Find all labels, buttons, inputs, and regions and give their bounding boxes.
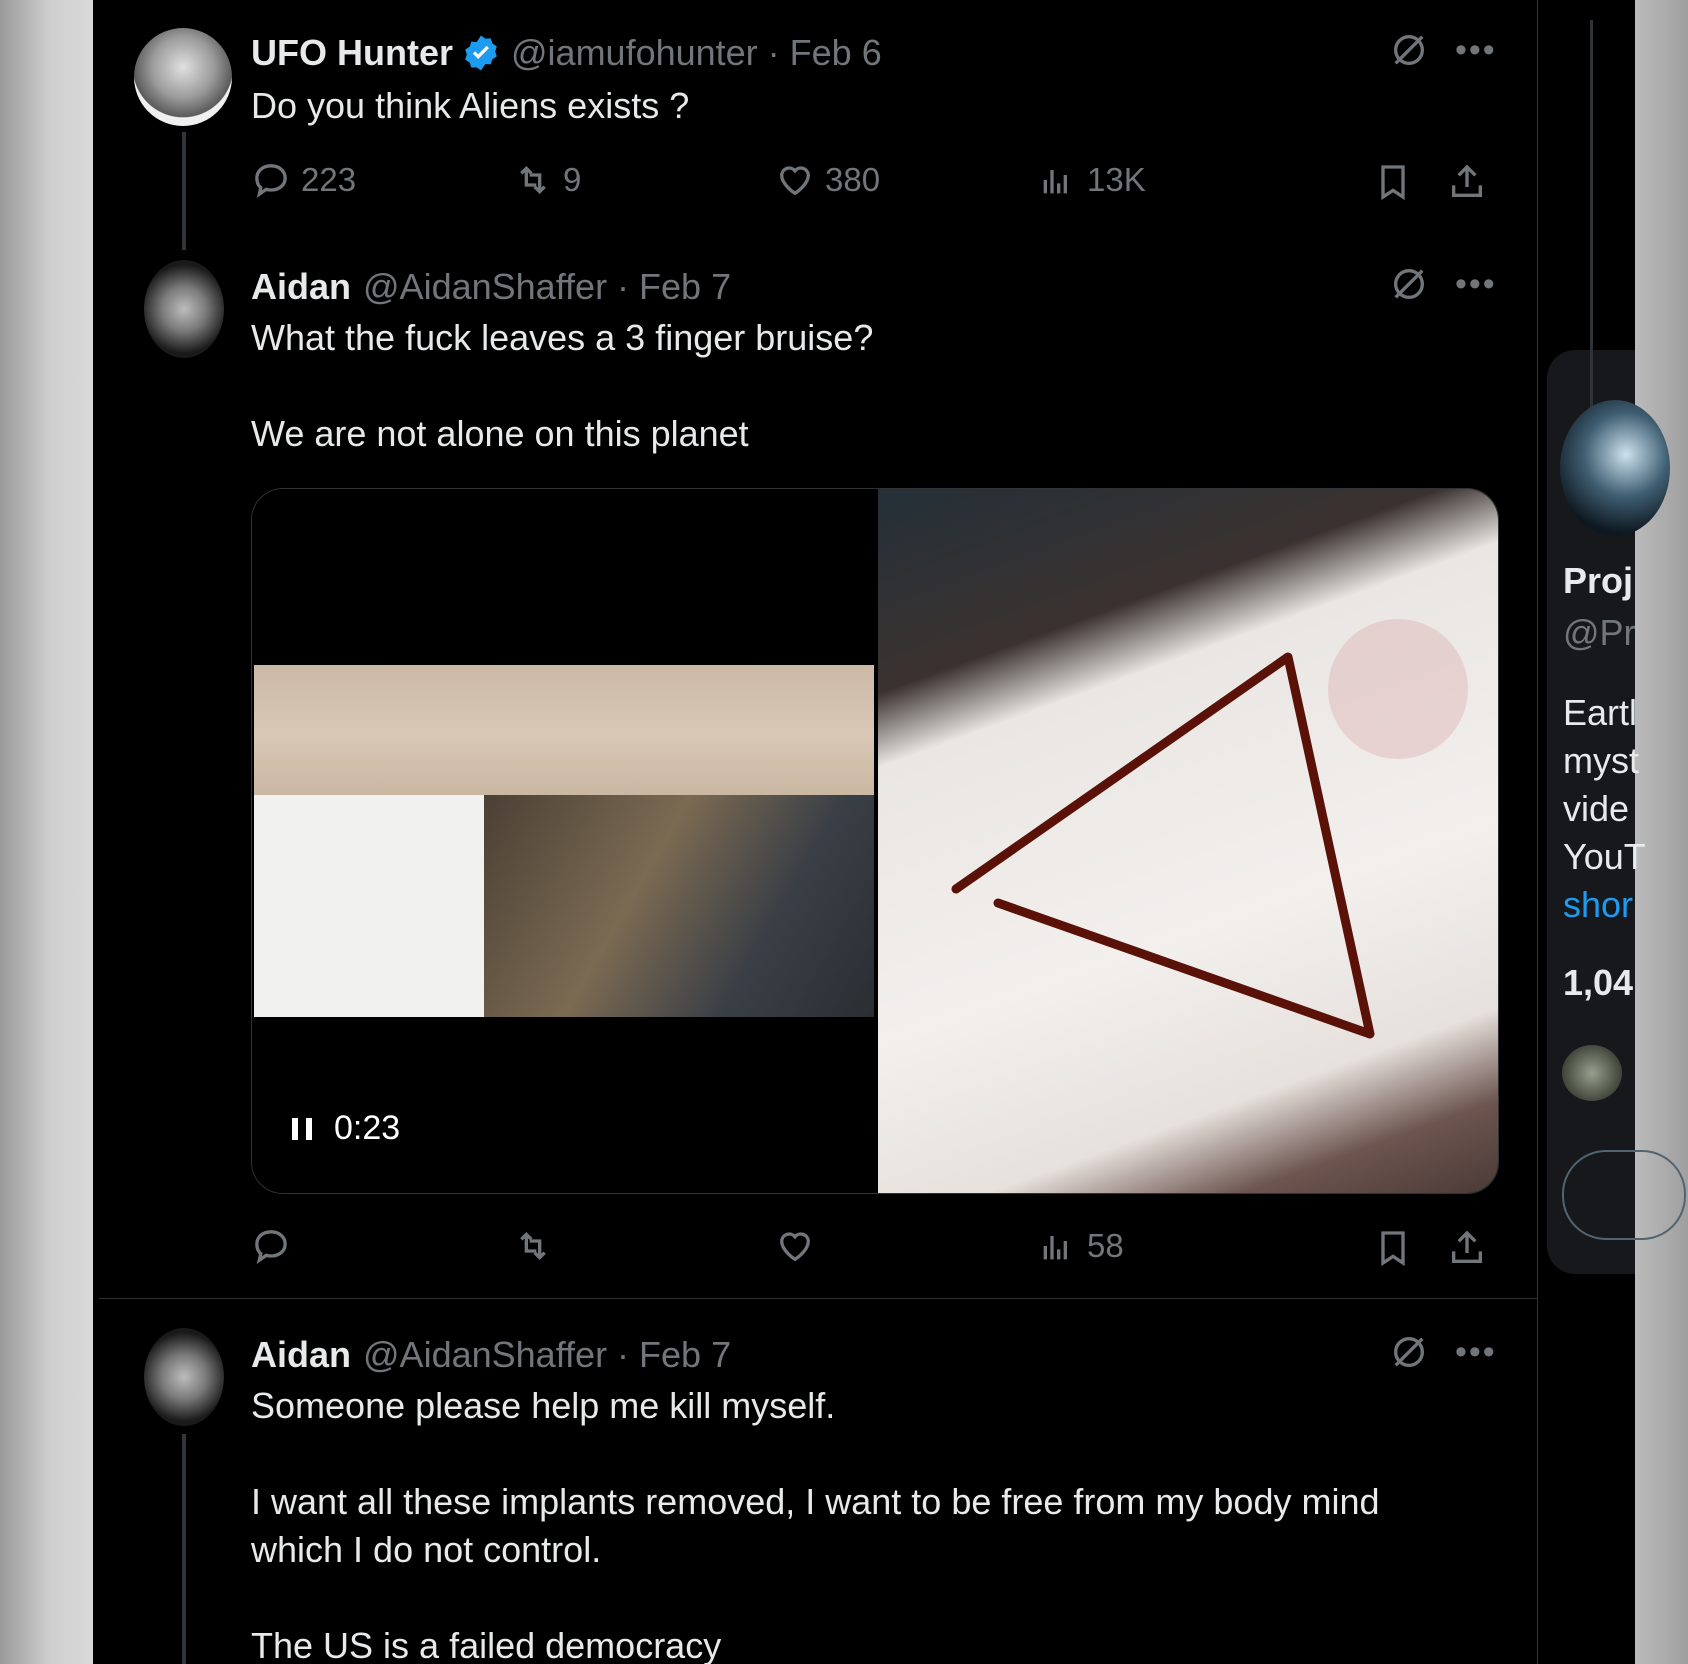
grok-icon[interactable] bbox=[1389, 264, 1429, 304]
reply-icon bbox=[255, 164, 287, 199]
share-icon[interactable] bbox=[1447, 1226, 1487, 1270]
tweet-text: What the fuck leaves a 3 finger bruise? … bbox=[251, 317, 874, 454]
like-button[interactable]: 380 bbox=[775, 160, 880, 200]
avatar[interactable] bbox=[144, 1328, 224, 1426]
action-bar: 223 9 380 13K bbox=[251, 160, 1601, 210]
more-options-icon[interactable]: ••• bbox=[1455, 267, 1497, 301]
share-icon[interactable] bbox=[1447, 160, 1487, 204]
author-name[interactable]: Aidan bbox=[251, 266, 351, 308]
thread-line bbox=[182, 1434, 186, 1664]
views-button[interactable]: 58 bbox=[1037, 1226, 1124, 1266]
right-sidebar bbox=[1539, 0, 1635, 1664]
views-icon bbox=[1043, 170, 1067, 194]
tweet-menu: ••• bbox=[1389, 264, 1497, 304]
author-handle-date[interactable]: @AidanShaffer · Feb 7 bbox=[363, 1334, 731, 1376]
views-icon bbox=[1043, 1236, 1067, 1260]
sidebar-handle[interactable]: @Pr bbox=[1563, 612, 1636, 654]
tweet-ufo-hunter[interactable]: UFO Hunter @iamufohunter · Feb 6 Do you … bbox=[99, 0, 1537, 252]
tweet-text: Do you think Aliens exists ? bbox=[251, 85, 690, 126]
bookmark-icon[interactable] bbox=[1373, 160, 1413, 204]
author-name[interactable]: Aidan bbox=[251, 1334, 351, 1376]
reply-button[interactable] bbox=[251, 1226, 301, 1266]
bookmark-icon[interactable] bbox=[1373, 1226, 1413, 1270]
more-options-icon[interactable]: ••• bbox=[1455, 33, 1497, 67]
sidebar-line-3: vide bbox=[1563, 788, 1630, 829]
more-options-icon[interactable]: ••• bbox=[1455, 1335, 1497, 1369]
tweet-menu: ••• bbox=[1389, 30, 1497, 70]
media-grid: 0:23 bbox=[251, 488, 1499, 1194]
like-button[interactable] bbox=[775, 1226, 825, 1266]
tweet-text: Someone please help me kill myself. I wa… bbox=[251, 1385, 1380, 1664]
video-frame bbox=[254, 665, 874, 1017]
tweet-header: UFO Hunter @iamufohunter · Feb 6 bbox=[251, 32, 882, 74]
like-count: 380 bbox=[825, 161, 881, 198]
repost-button[interactable]: 9 bbox=[513, 160, 581, 200]
reply-count: 223 bbox=[301, 161, 357, 198]
shadow-image bbox=[484, 795, 874, 1017]
sidebar-line-4: YouT bbox=[1563, 836, 1646, 877]
repost-count: 9 bbox=[563, 161, 582, 198]
tweet-header: Aidan @AidanShaffer · Feb 7 bbox=[251, 1334, 731, 1376]
author-handle-date[interactable]: @AidanShaffer · Feb 7 bbox=[363, 266, 731, 308]
heart-icon bbox=[779, 166, 811, 196]
repost-icon bbox=[520, 165, 546, 195]
sidebar-thumbnail[interactable] bbox=[1560, 400, 1670, 536]
thread-line bbox=[182, 132, 186, 250]
screenshot-frame: UFO Hunter @iamufohunter · Feb 6 Do you … bbox=[99, 0, 1635, 1664]
sidebar-line-1: Eartl bbox=[1563, 692, 1638, 733]
divider bbox=[99, 1298, 1537, 1299]
reply-button[interactable]: 223 bbox=[251, 160, 356, 200]
view-count: 13K bbox=[1087, 161, 1146, 198]
repost-button[interactable] bbox=[513, 1226, 563, 1266]
sidebar-count: 1,04 bbox=[1563, 962, 1634, 1003]
pause-icon[interactable] bbox=[292, 1117, 312, 1140]
tweet-header: Aidan @AidanShaffer · Feb 7 bbox=[251, 266, 731, 308]
sidebar-title[interactable]: Proj bbox=[1563, 560, 1633, 602]
author-name[interactable]: UFO Hunter bbox=[251, 32, 453, 74]
video-player[interactable]: 0:23 bbox=[252, 489, 876, 1193]
follower-avatars bbox=[1562, 1045, 1622, 1101]
drawn-triangle bbox=[951, 619, 1468, 1039]
view-count: 58 bbox=[1087, 1227, 1124, 1264]
avatar[interactable] bbox=[134, 28, 232, 126]
sidebar-line-2: myst bbox=[1563, 740, 1639, 781]
grok-icon[interactable] bbox=[1389, 30, 1429, 70]
video-timestamp[interactable]: 0:23 bbox=[292, 1109, 400, 1148]
avatar[interactable] bbox=[144, 260, 224, 358]
verified-badge-icon bbox=[465, 35, 497, 71]
views-button[interactable]: 13K bbox=[1037, 160, 1146, 200]
bruise-photo[interactable] bbox=[878, 489, 1498, 1193]
author-handle-date[interactable]: @iamufohunter · Feb 6 bbox=[511, 32, 882, 74]
action-bar: 58 bbox=[251, 1226, 1601, 1276]
follow-button[interactable] bbox=[1562, 1150, 1686, 1240]
sidebar-link[interactable]: shor bbox=[1563, 884, 1633, 926]
repost-icon bbox=[520, 1231, 546, 1261]
grok-icon[interactable] bbox=[1389, 1332, 1429, 1372]
video-duration: 0:23 bbox=[334, 1109, 401, 1147]
timeline: UFO Hunter @iamufohunter · Feb 6 Do you … bbox=[99, 0, 1538, 1664]
tweet-menu: ••• bbox=[1389, 1332, 1497, 1372]
sidebar-border bbox=[1590, 20, 1593, 420]
tweet-aidan-help[interactable]: Aidan @AidanShaffer · Feb 7 Someone plea… bbox=[99, 1300, 1537, 1664]
heart-icon bbox=[779, 1232, 811, 1262]
reply-icon bbox=[255, 1230, 287, 1265]
